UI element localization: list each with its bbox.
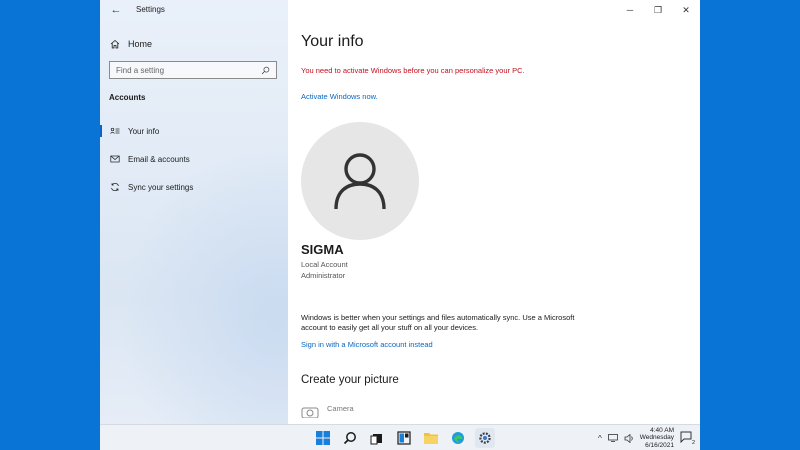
sidebar-item-label: Your info: [128, 126, 160, 136]
app-title: Settings: [136, 5, 165, 14]
sidebar-item-sync-settings[interactable]: Sync your settings: [100, 178, 288, 196]
clock-date: 6/16/2021: [645, 441, 674, 449]
clock-day: Wednesday: [639, 434, 674, 442]
sync-description: Windows is better when your settings and…: [301, 313, 575, 332]
home-icon: [110, 39, 120, 49]
sync-icon: [111, 183, 119, 191]
sidebar-item-email-accounts[interactable]: Email & accounts: [100, 150, 288, 168]
task-view-icon: [370, 434, 382, 445]
activate-windows-link[interactable]: Activate Windows now.: [301, 92, 378, 101]
search-icon: [261, 66, 270, 74]
user-silhouette-icon: [334, 153, 386, 210]
clock-time: 4:40 AM: [650, 426, 674, 434]
notification-center-button[interactable]: 2: [680, 431, 695, 446]
tray-overflow-chevron[interactable]: ^: [598, 434, 602, 443]
camera-option[interactable]: Camera: [301, 404, 354, 424]
sidebar-item-label: Email & accounts: [128, 154, 190, 164]
settings-icon: [479, 432, 491, 444]
volume-icon[interactable]: [624, 433, 634, 443]
taskbar: ^ 4:40 AM Wednesday 6/16/2021 2: [100, 424, 700, 450]
edge-icon: [452, 432, 464, 444]
notification-icon: [680, 431, 692, 444]
search-box[interactable]: [109, 61, 277, 79]
avatar: [301, 122, 419, 240]
home-nav-item[interactable]: Home: [110, 36, 280, 52]
notification-count-badge: 2: [691, 440, 695, 446]
system-tray: ^ 4:40 AM Wednesday 6/16/2021 2: [598, 427, 695, 450]
close-button[interactable]: ✕: [672, 0, 700, 20]
search-input[interactable]: [116, 65, 261, 75]
settings-window: ← Settings Home Accounts: [100, 0, 700, 424]
microsoft-sign-in-link[interactable]: Sign in with a Microsoft account instead: [301, 340, 433, 349]
taskbar-search-button[interactable]: [340, 428, 360, 448]
minimize-button[interactable]: ─: [616, 0, 644, 20]
page-title: Your info: [301, 33, 364, 50]
widgets-icon: [397, 431, 411, 445]
start-icon: [316, 431, 330, 445]
maximize-button[interactable]: ❐: [644, 0, 672, 20]
activation-warning: You need to activate Windows before you …: [301, 66, 525, 75]
sidebar-item-your-info[interactable]: Your info: [100, 122, 288, 140]
main-content: ─ ❐ ✕ Your info You need to activate Win…: [288, 0, 700, 424]
account-type: Local Account: [301, 260, 348, 269]
settings-taskbar-button[interactable]: [475, 428, 495, 448]
back-button[interactable]: ←: [108, 3, 124, 17]
sidebar-item-label: Sync your settings: [128, 182, 194, 192]
edge-button[interactable]: [448, 428, 468, 448]
mail-icon: [110, 155, 120, 163]
task-view-button[interactable]: [367, 428, 387, 448]
home-label: Home: [128, 39, 153, 49]
window-controls: ─ ❐ ✕: [616, 0, 700, 20]
search-icon: [343, 432, 356, 445]
title-bar: ← Settings: [100, 0, 288, 22]
person-card-icon: [110, 127, 120, 134]
create-picture-heading: Create your picture: [301, 374, 399, 386]
network-icon[interactable]: [607, 434, 618, 442]
section-label-accounts: Accounts: [109, 93, 146, 102]
camera-icon: [301, 407, 319, 418]
file-explorer-icon: [424, 433, 438, 444]
account-role: Administrator: [301, 271, 346, 280]
clock[interactable]: 4:40 AM Wednesday 6/16/2021: [640, 427, 674, 450]
start-button[interactable]: [313, 428, 333, 448]
widgets-button[interactable]: [394, 428, 414, 448]
taskbar-apps: [313, 428, 495, 448]
camera-label: Camera: [327, 404, 354, 413]
user-name: SIGMA: [301, 242, 344, 257]
sidebar: ← Settings Home Accounts: [100, 0, 288, 424]
file-explorer-button[interactable]: [421, 428, 441, 448]
